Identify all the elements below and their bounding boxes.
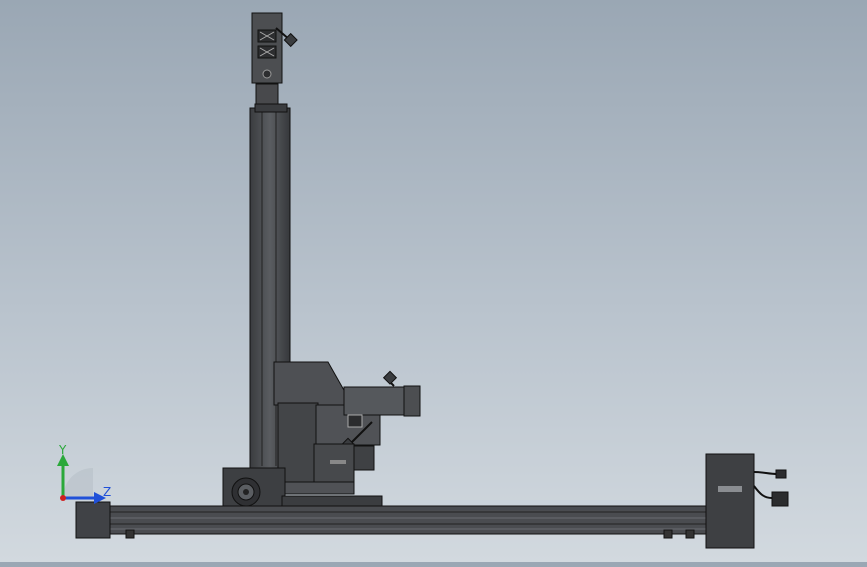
slide-plate [281,495,383,507]
drive-motor-box[interactable] [705,453,789,549]
motor-coupling [255,83,279,105]
triad-background [63,468,93,498]
cad-viewport[interactable]: Y Z [0,0,867,562]
rail-end-cap-left [75,501,111,539]
triad-z-label: Z [103,485,111,499]
horizontal-linear-rail[interactable] [99,505,713,535]
base-gearbox[interactable] [222,467,286,511]
top-servo-motor[interactable] [251,12,298,84]
model-canvas[interactable]: Y Z [0,0,867,562]
triad-y-label: Y [58,443,67,457]
triad-x-axis [60,495,66,501]
axis-carriage[interactable] [273,361,421,495]
axis-triad-icon: Y Z [57,443,111,504]
